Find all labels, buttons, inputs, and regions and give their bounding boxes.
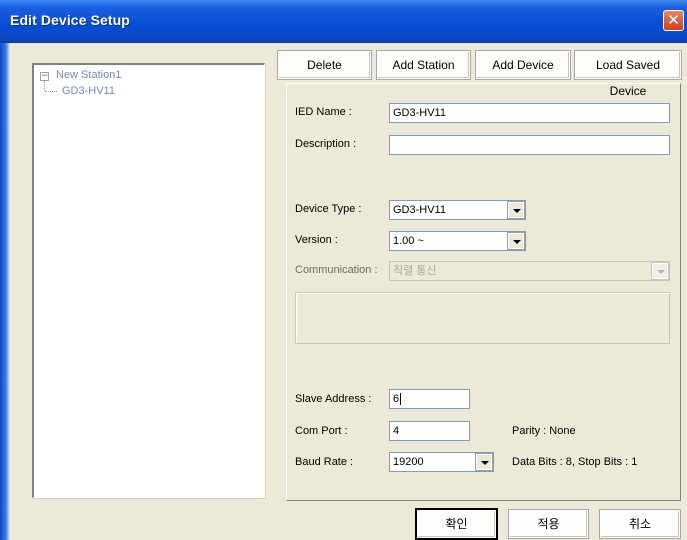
- version-value: 1.00 ~: [393, 235, 424, 247]
- window-frame-edge: [0, 43, 10, 540]
- collapse-icon[interactable]: −: [40, 72, 49, 81]
- station-tree[interactable]: − New Station1 GD3-HV11: [32, 63, 265, 498]
- add-device-button[interactable]: Add Device: [475, 50, 571, 80]
- close-icon[interactable]: ✕: [663, 10, 684, 31]
- ied-name-label: IED Name :: [295, 106, 352, 118]
- title-bar[interactable]: Edit Device Setup ✕: [0, 0, 687, 43]
- parity-text: Parity : None: [512, 425, 576, 437]
- delete-button[interactable]: Delete: [277, 50, 372, 80]
- baud-rate-label: Baud Rate :: [295, 456, 354, 468]
- baud-rate-select[interactable]: 19200: [389, 452, 494, 472]
- chevron-down-icon: [651, 262, 669, 280]
- description-input[interactable]: [389, 135, 670, 155]
- version-select[interactable]: 1.00 ~: [389, 231, 526, 251]
- communication-select: 직렬 통신: [389, 261, 670, 281]
- communication-label: Communication :: [295, 264, 378, 276]
- tree-connector-vertical: [44, 81, 45, 91]
- version-label: Version :: [295, 234, 338, 246]
- serial-format-text: Data Bits : 8, Stop Bits : 1: [512, 456, 638, 468]
- cancel-button[interactable]: 취소: [599, 509, 681, 539]
- edit-device-setup-dialog: Edit Device Setup ✕ − New Station1 GD3-H…: [0, 0, 687, 540]
- description-label: Description :: [295, 138, 357, 150]
- add-station-button[interactable]: Add Station: [376, 50, 471, 80]
- baud-rate-value: 19200: [393, 456, 424, 468]
- com-port-input[interactable]: 4: [389, 421, 470, 441]
- tree-connector-horizontal: [45, 91, 57, 92]
- ied-name-input[interactable]: GD3-HV11: [389, 103, 670, 123]
- device-type-label: Device Type :: [295, 203, 362, 215]
- communication-settings-box: [295, 292, 670, 344]
- window-title: Edit Device Setup: [10, 12, 130, 28]
- slave-address-input[interactable]: 6: [389, 389, 470, 409]
- ok-button[interactable]: 확인: [415, 508, 498, 540]
- load-saved-device-button[interactable]: Load Saved Device: [574, 50, 682, 98]
- device-type-select[interactable]: GD3-HV11: [389, 200, 526, 220]
- device-type-value: GD3-HV11: [393, 204, 446, 216]
- slave-address-label: Slave Address :: [295, 393, 372, 405]
- chevron-down-icon[interactable]: [507, 232, 525, 250]
- communication-value: 직렬 통신: [393, 265, 437, 277]
- com-port-label: Com Port :: [295, 425, 348, 437]
- tree-node-station[interactable]: New Station1: [56, 69, 121, 81]
- apply-button[interactable]: 적용: [508, 509, 589, 539]
- chevron-down-icon[interactable]: [507, 201, 525, 219]
- chevron-down-icon[interactable]: [475, 453, 493, 471]
- tree-node-device[interactable]: GD3-HV11: [62, 85, 115, 97]
